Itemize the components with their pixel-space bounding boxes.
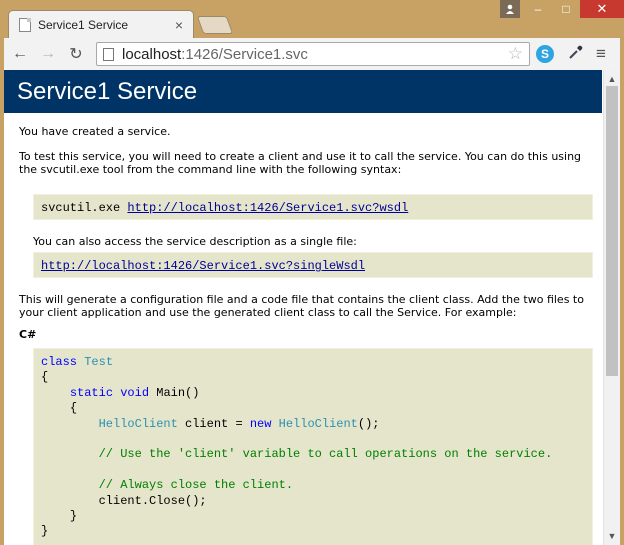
eyedropper-extension-icon[interactable] (568, 44, 584, 65)
code-keyword: static (69, 385, 114, 400)
code-keyword: new (249, 416, 272, 431)
vertical-scrollbar[interactable]: ▲ ▼ (603, 70, 620, 545)
csharp-code-sample: class Test { static void Main() { HelloC… (33, 348, 593, 545)
code-text: (); (357, 416, 380, 431)
wsdl-link[interactable]: http://localhost:1426/Service1.svc?wsdl (127, 201, 408, 215)
reload-button[interactable]: ↻ (64, 42, 88, 66)
forward-button[interactable]: → (36, 42, 60, 66)
tab-title: Service1 Service (38, 17, 129, 32)
address-bar[interactable]: localhost:1426/Service1.svc ☆ (96, 42, 530, 66)
instructions-text: To test this service, you will need to c… (19, 150, 582, 176)
single-wsdl-link[interactable]: http://localhost:1426/Service1.svc?singl… (41, 259, 365, 273)
url-host: localhost (122, 45, 182, 63)
scroll-up-icon[interactable]: ▲ (604, 72, 620, 86)
title-bar: Service1 Service × – □ ✕ (0, 0, 624, 38)
page-content: Service1 Service You have created a serv… (4, 70, 602, 545)
svcutil-command: svcutil.exe (41, 201, 128, 215)
code-comment: // Always close the client. (98, 478, 294, 493)
page-favicon-icon (19, 17, 31, 32)
page-heading-bar: Service1 Service (4, 70, 602, 113)
chrome-menu-icon[interactable]: ≡ (596, 44, 606, 64)
code-text: client.Close(); (98, 493, 207, 508)
code-text: Main() (156, 385, 200, 400)
page-title: Service1 Service (17, 77, 198, 105)
code-text: } (69, 509, 78, 524)
browser-toolbar: ← → ↻ localhost:1426/Service1.svc ☆ S ≡ (4, 38, 620, 70)
generate-text: This will generate a configuration file … (19, 293, 584, 319)
tab-service1[interactable]: Service1 Service × (8, 10, 194, 38)
single-wsdl-box: http://localhost:1426/Service1.svc?singl… (33, 252, 593, 278)
back-button[interactable]: ← (8, 42, 32, 66)
minimize-button[interactable]: – (525, 0, 551, 18)
single-file-text: You can also access the service descript… (33, 235, 357, 248)
code-keyword: void (120, 385, 150, 400)
code-text: } (41, 524, 49, 539)
bookmark-star-icon[interactable]: ☆ (508, 44, 523, 64)
code-type: Test (84, 355, 114, 369)
code-text: { (41, 370, 49, 385)
code-comment: // Use the 'client' variable to call ope… (98, 447, 553, 462)
svcutil-command-box: svcutil.exe http://localhost:1426/Servic… (33, 194, 593, 220)
code-type: HelloClient (98, 416, 178, 431)
tab-close-icon[interactable]: × (173, 18, 185, 32)
new-tab-button[interactable] (196, 16, 234, 34)
created-message: You have created a service. (19, 125, 171, 138)
code-keyword: class (41, 355, 78, 369)
code-text: { (69, 401, 78, 416)
scrollbar-thumb[interactable] (606, 86, 618, 376)
language-label: C# (19, 328, 37, 341)
window-close-button[interactable]: ✕ (580, 0, 624, 18)
code-text: client = (177, 416, 250, 431)
user-profile-icon[interactable] (500, 0, 520, 18)
url-path: :1426/Service1.svc (181, 45, 308, 63)
code-type: HelloClient (278, 416, 358, 431)
maximize-button[interactable]: □ (553, 0, 579, 18)
skype-extension-icon[interactable]: S (536, 45, 554, 63)
scroll-down-icon[interactable]: ▼ (604, 529, 620, 543)
page-viewport: Service1 Service You have created a serv… (4, 70, 620, 545)
page-icon (103, 47, 114, 61)
